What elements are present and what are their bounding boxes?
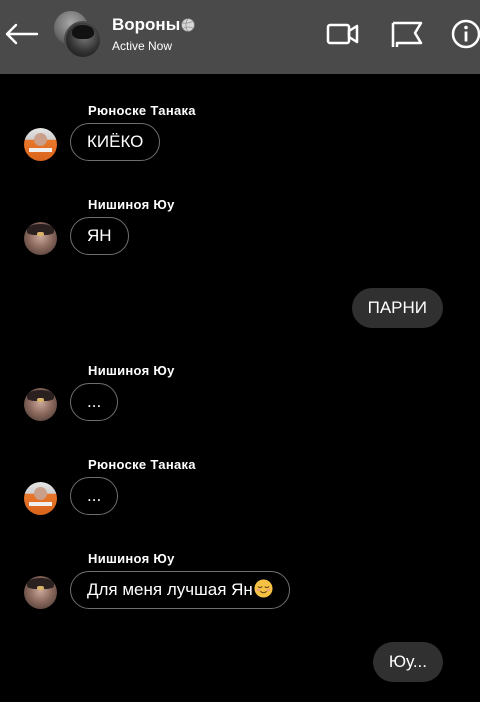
back-arrow-icon: [5, 23, 39, 45]
sender-name: Нишиноя Юу: [88, 551, 175, 566]
message-bubble[interactable]: ЯН: [70, 217, 129, 255]
outgoing-message-bubble[interactable]: Юу...: [372, 642, 443, 682]
sender-name: Рюноске Танака: [88, 457, 196, 472]
chat-title[interactable]: Вороны: [112, 15, 195, 35]
nishinoya-avatar[interactable]: [24, 576, 57, 609]
flag-icon: [391, 21, 423, 47]
nishinoya-avatar[interactable]: [24, 222, 57, 255]
flag-button[interactable]: [389, 16, 425, 52]
message-bubble[interactable]: КИЁКО: [70, 123, 161, 161]
info-icon: [451, 19, 480, 49]
outgoing-message-bubble[interactable]: ПАРНИ: [351, 288, 443, 328]
sender-name: Нишиноя Юу: [88, 197, 175, 212]
group-avatar-front: [64, 21, 102, 59]
nishinoya-avatar[interactable]: [24, 388, 57, 421]
tanaka-avatar[interactable]: [24, 482, 57, 515]
active-status: Active Now: [112, 39, 173, 53]
message-bubble[interactable]: Для меня лучшая Ян: [70, 571, 290, 609]
video-call-icon: [326, 23, 359, 45]
chat-header: Вороны Active Now: [0, 0, 480, 74]
message-bubble[interactable]: ...: [70, 383, 119, 421]
tanaka-avatar[interactable]: [24, 128, 57, 161]
chat-screen: Вороны Active Now Рюноске Танака КИЁКО Н…: [0, 0, 480, 702]
message-text: Для меня лучшая Ян: [87, 580, 253, 599]
sender-name: Рюноске Танака: [88, 103, 196, 118]
message-bubble[interactable]: ...: [70, 477, 119, 515]
sender-name: Нишиноя Юу: [88, 363, 175, 378]
chat-title-text: Вороны: [112, 15, 181, 34]
relieved-face-emoji: [254, 579, 273, 598]
info-button[interactable]: [448, 16, 480, 52]
video-call-button[interactable]: [325, 16, 361, 52]
back-button[interactable]: [0, 14, 42, 54]
group-avatar[interactable]: [52, 9, 102, 59]
volleyball-icon: [181, 18, 195, 32]
